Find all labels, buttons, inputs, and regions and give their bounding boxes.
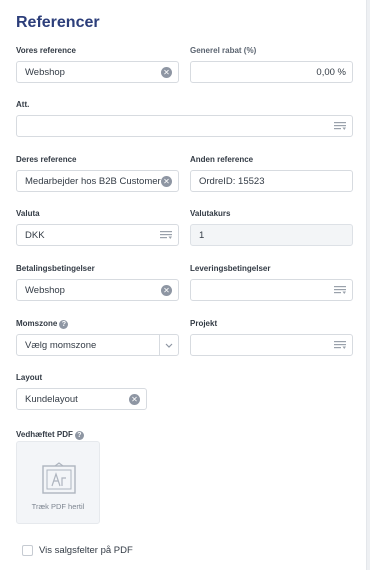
show-sales-fields-checkbox[interactable] (22, 545, 33, 556)
their-reference-value: Medarbejder hos B2B Customer (25, 176, 161, 187)
help-icon[interactable]: ? (74, 431, 84, 440)
list-icon[interactable] (160, 231, 172, 240)
delivery-terms-field[interactable] (190, 279, 353, 301)
vat-zone-label-row: Momszone? (16, 319, 69, 329)
dropdown-toggle[interactable] (159, 335, 178, 355)
exchange-rate-field: 1 (190, 224, 353, 246)
other-reference-label: Anden reference (190, 155, 254, 164)
clear-icon[interactable]: ✕ (129, 394, 140, 405)
pdf-drop-zone[interactable]: Træk PDF hertil (16, 441, 100, 524)
payment-terms-field[interactable]: Webshop ✕ (16, 279, 179, 301)
delivery-terms-label: Leveringsbetingelser (190, 264, 271, 273)
currency-value: DKK (25, 230, 45, 241)
chevron-down-icon (165, 343, 173, 348)
currency-field[interactable]: DKK (16, 224, 179, 246)
other-reference-field[interactable]: OrdreID: 15523 (190, 170, 353, 192)
payment-terms-label: Betalingsbetingelser (16, 264, 95, 273)
general-discount-value: 0,00 % (316, 67, 346, 78)
list-icon[interactable] (334, 122, 346, 131)
their-reference-field[interactable]: Medarbejder hos B2B Customer ✕ (16, 170, 179, 192)
project-field[interactable] (190, 334, 353, 356)
att-field[interactable] (16, 115, 353, 137)
other-reference-value: OrdreID: 15523 (199, 176, 265, 187)
currency-label: Valuta (16, 209, 40, 218)
document-icon (42, 462, 76, 494)
general-discount-field[interactable]: 0,00 % (190, 61, 353, 83)
layout-label: Layout (16, 373, 43, 382)
att-label: Att. (16, 100, 30, 109)
clear-icon[interactable]: ✕ (161, 176, 172, 187)
list-icon[interactable] (334, 341, 346, 350)
project-label: Projekt (190, 319, 218, 328)
vat-zone-placeholder: Vælg momszone (25, 340, 97, 351)
attached-pdf-label-row: Vedhæftet PDF? (16, 430, 84, 440)
payment-terms-value: Webshop (25, 285, 65, 296)
clear-icon[interactable]: ✕ (161, 285, 172, 296)
our-reference-value: Webshop (25, 67, 65, 78)
section-title: Referencer (16, 14, 100, 31)
help-icon[interactable]: ? (59, 320, 69, 329)
our-reference-label: Vores reference (16, 46, 76, 55)
general-discount-label: Generel rabat (%) (190, 46, 257, 55)
layout-value: Kundelayout (25, 394, 78, 405)
show-sales-fields-label[interactable]: Vis salgsfelter på PDF (39, 545, 133, 556)
clear-icon[interactable]: ✕ (161, 67, 172, 78)
vat-zone-label: Momszone (16, 319, 58, 328)
pdf-drop-label: Træk PDF hertil (31, 502, 85, 511)
vat-zone-select[interactable]: Vælg momszone (16, 334, 179, 356)
exchange-rate-label: Valutakurs (190, 209, 231, 218)
our-reference-field[interactable]: Webshop ✕ (16, 61, 179, 83)
their-reference-label: Deres reference (16, 155, 77, 164)
attached-pdf-label: Vedhæftet PDF (16, 430, 73, 439)
exchange-rate-value: 1 (199, 230, 205, 241)
list-icon[interactable] (334, 286, 346, 295)
layout-field[interactable]: Kundelayout ✕ (16, 388, 147, 410)
